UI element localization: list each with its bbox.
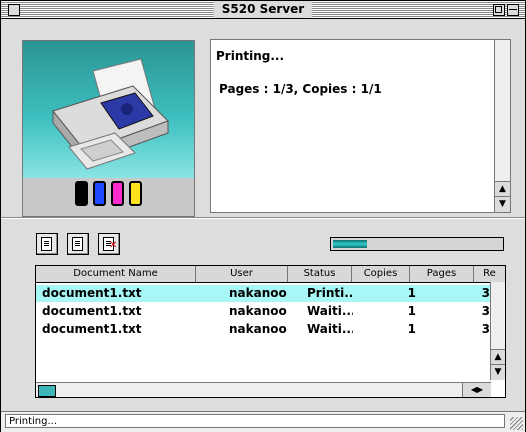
horizontal-scroll-thumb[interactable] <box>38 385 56 397</box>
table-row[interactable]: document1.txt nakanoo Waiti... 1 3 <box>36 321 491 338</box>
table-horizontal-scrollbar[interactable]: ◀▶ <box>36 382 491 397</box>
cell-status: Printi... <box>307 286 353 300</box>
scroll-up-button[interactable]: ▲ <box>495 181 510 197</box>
cell-pages: 3 <box>481 286 490 300</box>
resize-grip-icon[interactable] <box>510 417 523 430</box>
section-divider <box>1 217 525 219</box>
cell-document-name: document1.txt <box>42 304 142 318</box>
cell-pages: 3 <box>481 322 490 336</box>
cell-status: Waiti... <box>307 322 353 336</box>
close-box[interactable] <box>8 4 20 16</box>
top-panel: Printing... Pages : 1/3, Copies : 1/1 ▲ … <box>9 34 517 217</box>
table-scroll-down-button[interactable]: ▼ <box>491 364 505 380</box>
cell-document-name: document1.txt <box>42 286 142 300</box>
hold-icon <box>72 237 83 251</box>
cell-copies: 1 <box>407 304 416 318</box>
print-queue-table: Document Name User Status Copies Pages R… <box>35 265 506 398</box>
printer-illustration <box>52 58 169 170</box>
printer-preview <box>22 40 195 217</box>
table-row[interactable]: document1.txt nakanoo Printi... 1 3 <box>36 285 491 302</box>
zoom-box[interactable] <box>493 4 505 16</box>
title-bar[interactable]: S520 Server <box>1 1 525 19</box>
cell-copies: 1 <box>407 286 416 300</box>
scroll-right-icon[interactable]: ▶ <box>477 385 483 394</box>
cell-document-name: document1.txt <box>42 322 142 336</box>
column-header-status[interactable]: Status <box>288 266 352 282</box>
print-now-icon <box>41 237 52 251</box>
column-header-document-name[interactable]: Document Name <box>36 266 196 282</box>
horizontal-scroll-arrows[interactable]: ◀▶ <box>462 383 491 397</box>
ink-tank-black-icon <box>75 181 88 206</box>
status-message-detail: Pages : 1/3, Copies : 1/1 <box>219 82 382 96</box>
cell-pages: 3 <box>481 304 490 318</box>
column-header-user[interactable]: User <box>196 266 288 282</box>
status-bar: Printing... <box>1 411 525 432</box>
delete-button[interactable]: ✕ <box>98 233 120 255</box>
print-now-button[interactable] <box>36 233 58 255</box>
table-header: Document Name User Status Copies Pages R… <box>36 266 505 283</box>
printer-server-window: S520 Server Printing... Pages: 1/3, Cop… <box>0 0 526 432</box>
table-vertical-scrollbar[interactable]: ▲ ▼ <box>490 282 505 380</box>
column-header-pages[interactable]: Pages <box>410 266 474 282</box>
column-header-re[interactable]: Re <box>474 266 505 282</box>
ink-tank-magenta-icon <box>111 181 124 206</box>
window-title: S520 Server <box>213 1 313 18</box>
status-bar-text: Printing... <box>5 414 505 428</box>
ink-tank-cyan-icon <box>93 181 106 206</box>
collapse-box[interactable] <box>507 4 519 16</box>
status-message-title: Printing... <box>216 49 285 63</box>
cell-user: nakanoo <box>229 286 287 300</box>
ink-tank-yellow-icon <box>129 181 142 206</box>
cell-copies: 1 <box>407 322 416 336</box>
message-scrollbar[interactable]: ▲ ▼ <box>494 40 510 212</box>
ink-panel <box>23 178 194 216</box>
delete-x-icon: ✕ <box>109 240 118 251</box>
cell-status: Waiti... <box>307 304 353 318</box>
print-progress-bar <box>330 237 504 251</box>
status-message-box: Printing... Pages : 1/3, Copies : 1/1 ▲ … <box>210 39 511 213</box>
cell-user: nakanoo <box>229 304 287 318</box>
table-row[interactable]: document1.txt nakanoo Waiti... 1 3 <box>36 303 491 320</box>
column-header-copies[interactable]: Copies <box>352 266 410 282</box>
progress-fill <box>333 240 367 248</box>
table-scroll-up-button[interactable]: ▲ <box>491 349 505 365</box>
hold-button[interactable] <box>67 233 89 255</box>
cell-user: nakanoo <box>229 322 287 336</box>
scroll-down-button[interactable]: ▼ <box>495 196 510 212</box>
